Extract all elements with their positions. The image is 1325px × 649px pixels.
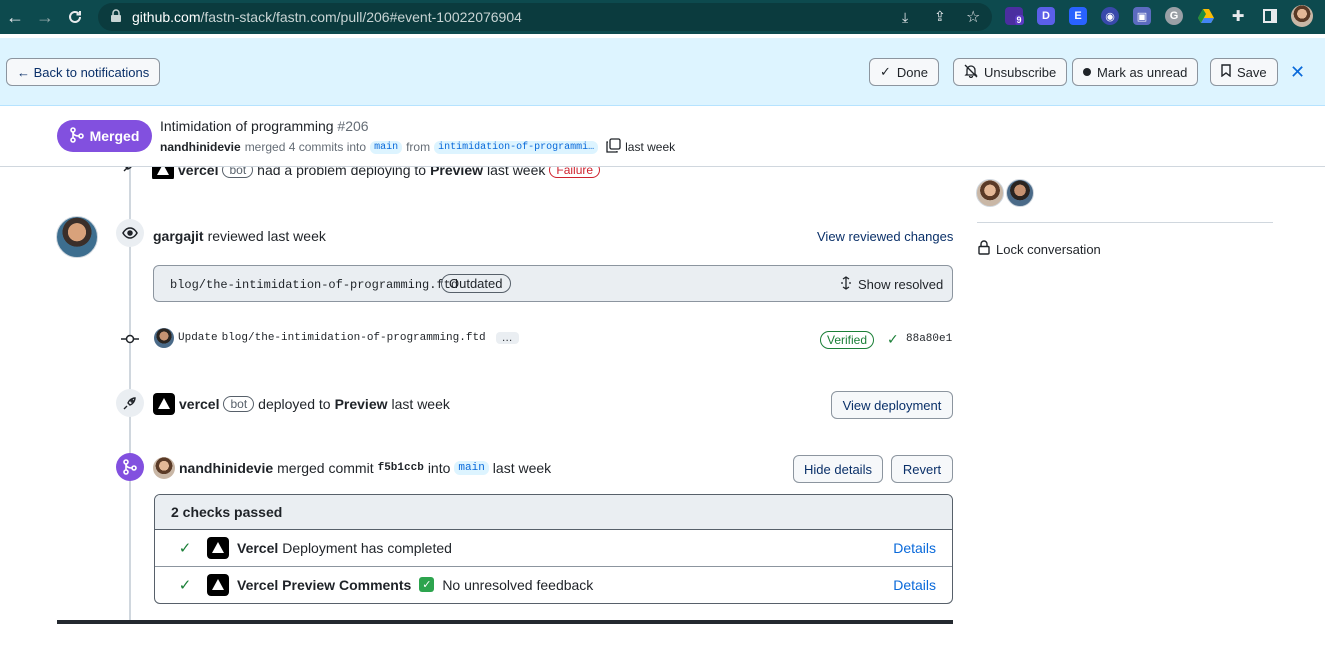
star-icon[interactable]: ☆ (966, 7, 980, 27)
rocket-icon (120, 167, 136, 178)
eye-icon (116, 219, 144, 247)
close-icon[interactable]: ✕ (1290, 62, 1305, 83)
git-merge-icon (69, 126, 84, 146)
screen-extension-icon[interactable]: ▣ (1133, 7, 1151, 25)
extension-badge-icon[interactable]: 9 (1005, 7, 1024, 25)
check-icon: ✓ (887, 331, 899, 347)
back-to-notifications-button[interactable]: ← Back to notifications (6, 58, 161, 86)
participant-avatar[interactable] (1006, 179, 1034, 207)
pr-title: Intimidation of programming #206 (160, 118, 369, 134)
commit-sha-link[interactable]: 88a80e1 (906, 333, 952, 345)
reload-icon[interactable] (64, 6, 86, 28)
show-resolved-button[interactable]: Show resolved (840, 276, 943, 293)
mark-as-unread-button[interactable]: Mark as unread (1072, 58, 1199, 86)
save-button[interactable]: Save (1210, 58, 1278, 86)
check-details-link[interactable]: Details (893, 540, 936, 556)
merge-commit-sha-link[interactable]: f5b1ccb (378, 462, 424, 474)
revert-button[interactable]: Revert (891, 455, 953, 483)
review-file-box: blog/the-intimidation-of-programming.ftd… (153, 265, 953, 302)
lock-conversation-button[interactable]: Lock conversation (978, 240, 1101, 258)
merger-name[interactable]: nandhinidevie (179, 460, 273, 476)
forward-arrow-icon[interactable]: → (34, 6, 56, 28)
notification-bar: ← Back to notifications ✓ Done Unsubscrib… (0, 38, 1325, 106)
check-details-link[interactable]: Details (893, 577, 936, 593)
sidepanel-icon[interactable] (1261, 7, 1279, 25)
merge-event-text: nandhinidevie merged commit f5b1ccb into… (153, 457, 551, 479)
back-arrow-icon[interactable]: ← (4, 6, 26, 28)
commit-author-avatar[interactable] (154, 328, 174, 348)
profile-avatar[interactable] (1291, 5, 1313, 27)
bell-slash-icon (964, 64, 978, 81)
green-check-icon: ✓ (419, 577, 435, 592)
git-merge-icon (116, 453, 144, 481)
puzzle-icon[interactable]: ✚ (1229, 7, 1247, 25)
base-branch[interactable]: main (370, 140, 403, 154)
sidebar-divider (977, 222, 1273, 223)
rocket-icon (116, 389, 144, 417)
drive-icon[interactable] (1197, 7, 1215, 25)
view-deployment-button[interactable]: View deployment (831, 391, 953, 419)
merged-status-badge: Merged (57, 120, 152, 152)
review-event-text: gargajit reviewed last week (153, 228, 326, 244)
timeline-failure-event: vercel bot had a problem deploying to Pr… (110, 167, 610, 179)
pr-header: Merged Intimidation of programming #206 … (0, 107, 1325, 167)
head-branch[interactable]: intimidation-of-programmi… (434, 140, 599, 154)
e-extension-icon[interactable]: E (1069, 7, 1087, 25)
browser-toolbar: ← → github.com/fastn-stack/fastn.com/pul… (0, 0, 1325, 34)
checks-header: 2 checks passed (155, 495, 952, 530)
outdated-badge: Outdated (441, 274, 511, 293)
merger-avatar[interactable] (153, 457, 175, 479)
pr-author[interactable]: nandhinidevie (160, 140, 241, 154)
failure-badge: Failure (549, 167, 601, 178)
copy-icon[interactable] (606, 138, 621, 156)
lock-icon (110, 9, 122, 26)
commit-expand-button[interactable]: … (495, 332, 519, 344)
check-icon: ✓ (178, 576, 192, 594)
dot-icon (1083, 68, 1091, 76)
bookmark-icon (1221, 64, 1231, 80)
share-icon[interactable]: ⇪ (934, 8, 946, 25)
verified-badge[interactable]: Verified (820, 331, 875, 349)
d-extension-icon[interactable]: D (1037, 7, 1055, 25)
install-icon[interactable]: ⤓ (902, 9, 908, 26)
alien-extension-icon[interactable]: ◉ (1101, 7, 1119, 25)
done-button[interactable]: ✓ Done (869, 58, 939, 86)
unsubscribe-button[interactable]: Unsubscribe (953, 58, 1068, 86)
commit-message-link[interactable]: blog/the-intimidation-of-programming.ftd (222, 332, 486, 344)
vercel-logo-icon (207, 573, 229, 596)
check-row: ✓ Vercel Preview Comments ✓ No unresolve… (155, 566, 952, 602)
pr-subtitle: nandhinidevie merged 4 commits into main… (160, 138, 676, 156)
check-row: ✓ Vercel Deployment has completed Detail… (155, 530, 952, 566)
address-bar[interactable]: github.com/fastn-stack/fastn.com/pull/20… (98, 3, 992, 31)
merge-branch[interactable]: main (454, 461, 489, 475)
vercel-logo-icon (207, 537, 229, 559)
checks-panel: 2 checks passed ✓ Vercel Deployment has … (154, 494, 953, 604)
url-text: github.com/fastn-stack/fastn.com/pull/20… (132, 9, 522, 25)
check-icon: ✓ (880, 64, 891, 79)
hide-details-button[interactable]: Hide details (793, 455, 883, 483)
deploy-event-text: vercel bot deployed to Preview last week (153, 393, 450, 415)
reviewer-avatar[interactable] (56, 216, 98, 258)
commit-row: Update blog/the-intimidation-of-programm… (154, 328, 519, 348)
unfold-icon (840, 276, 852, 293)
view-reviewed-changes-link[interactable]: View reviewed changes (817, 229, 953, 244)
check-icon: ✓ (178, 540, 192, 557)
reviewer-name[interactable]: gargajit (153, 228, 204, 244)
g-extension-icon[interactable]: G (1165, 7, 1183, 25)
deploy-actor[interactable]: vercel (179, 396, 219, 412)
review-file-path[interactable]: blog/the-intimidation-of-programming.ftd (170, 278, 458, 292)
vercel-logo-icon (152, 167, 174, 179)
participant-avatar[interactable] (976, 179, 1004, 207)
lock-icon (978, 240, 990, 258)
timeline-divider (57, 620, 953, 624)
commit-node-icon (121, 331, 139, 350)
vercel-logo-icon (153, 393, 175, 415)
